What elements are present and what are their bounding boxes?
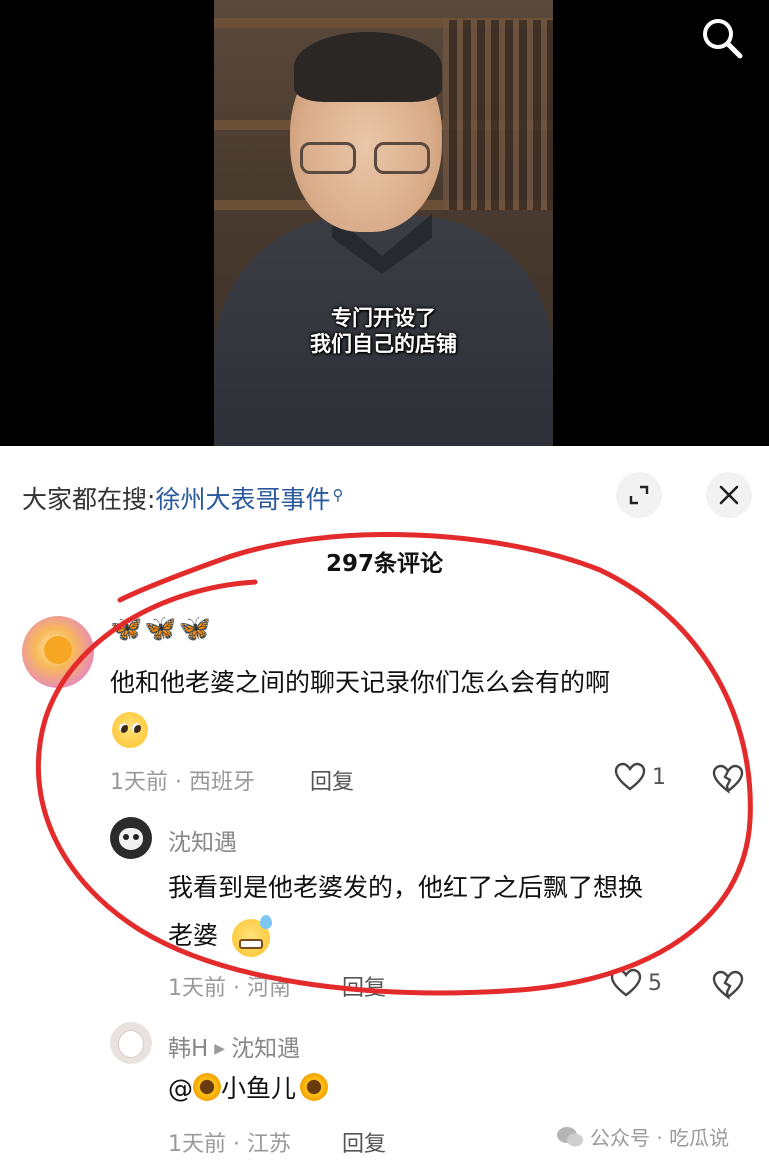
avatar[interactable] [22, 616, 94, 688]
wechat-icon [557, 1126, 583, 1146]
like-button[interactable]: 5 [610, 968, 662, 998]
sun-avatar-icon [44, 636, 72, 664]
reply-button[interactable]: 回复 [310, 764, 354, 796]
avatar[interactable] [110, 817, 152, 859]
comment-time-location: 1天前 · 西班牙 [110, 770, 255, 795]
comment-time-location: 1天前 · 河南 [168, 976, 291, 1001]
like-count: 5 [648, 970, 662, 996]
sunflower-emoji [300, 1073, 329, 1101]
comment-text-line2: 老婆 [168, 921, 219, 950]
grinning-sweat-emoji [232, 915, 272, 957]
username[interactable]: 韩H [168, 1036, 208, 1062]
heart-icon [614, 762, 646, 791]
broken-heart-icon [712, 970, 744, 1000]
comment-text-line1: 我看到是他老婆发的，他红了之后飘了想换 [168, 873, 644, 902]
comment-time-location: 1天前 · 江苏 [168, 1132, 291, 1157]
video-frame: 专门开设了 我们自己的店铺 [214, 0, 553, 446]
reply-button[interactable]: 回复 [342, 1126, 386, 1158]
comment-text: @ 小鱼儿 [168, 1065, 329, 1112]
search-small-icon: ⚲ [332, 486, 344, 504]
dislike-button[interactable] [712, 970, 744, 1004]
dislike-button[interactable] [712, 764, 744, 798]
username[interactable]: 🦋🦋🦋 [110, 614, 213, 644]
username[interactable]: 沈知遇 [168, 823, 237, 857]
close-icon [719, 485, 739, 505]
comment-text: 他和他老婆之间的聊天记录你们怎么会有的啊 [110, 668, 611, 697]
expand-button[interactable] [616, 472, 662, 518]
comment-panel: 大家都在搜:徐州大表哥事件 ⚲ 297条评论 🦋🦋🦋 他和他老婆之间的聊天记录你们… [0, 446, 769, 1170]
reply-header: 韩H ▶ 沈知遇 [168, 1029, 300, 1063]
video-subtitle-line2: 我们自己的店铺 [310, 332, 457, 356]
trending-prefix: 大家都在搜: [22, 485, 156, 514]
mention-at: @ [168, 1074, 193, 1103]
trending-search: 大家都在搜:徐州大表哥事件 ⚲ [22, 480, 343, 516]
expand-icon [629, 485, 649, 505]
close-button[interactable] [706, 472, 752, 518]
heart-icon [610, 968, 642, 997]
like-count: 1 [652, 764, 666, 790]
video-player[interactable]: 专门开设了 我们自己的店铺 [0, 0, 769, 446]
watermark: 公众号 · 吃瓜说 [556, 1122, 729, 1151]
sunflower-emoji [193, 1073, 221, 1101]
wooden-lattice [443, 20, 553, 210]
glasses [300, 142, 430, 176]
broken-heart-icon [712, 764, 744, 794]
mention-name[interactable]: 小鱼儿 [221, 1074, 296, 1103]
reply-arrow-icon: ▶ [214, 1041, 226, 1057]
like-button[interactable]: 1 [614, 762, 666, 792]
pleading-face-emoji [112, 712, 148, 748]
person-hair [294, 32, 442, 102]
avatar[interactable] [110, 1022, 152, 1064]
watermark-text: 公众号 · 吃瓜说 [590, 1126, 730, 1150]
search-button[interactable] [698, 14, 746, 62]
trending-keyword-link[interactable]: 徐州大表哥事件 [155, 485, 330, 514]
comments-count: 297条评论 [325, 551, 443, 577]
reply-to-username[interactable]: 沈知遇 [231, 1036, 300, 1062]
search-icon [703, 19, 743, 59]
reply-button[interactable]: 回复 [342, 970, 386, 1002]
rabbit-avatar-icon [119, 1031, 143, 1057]
